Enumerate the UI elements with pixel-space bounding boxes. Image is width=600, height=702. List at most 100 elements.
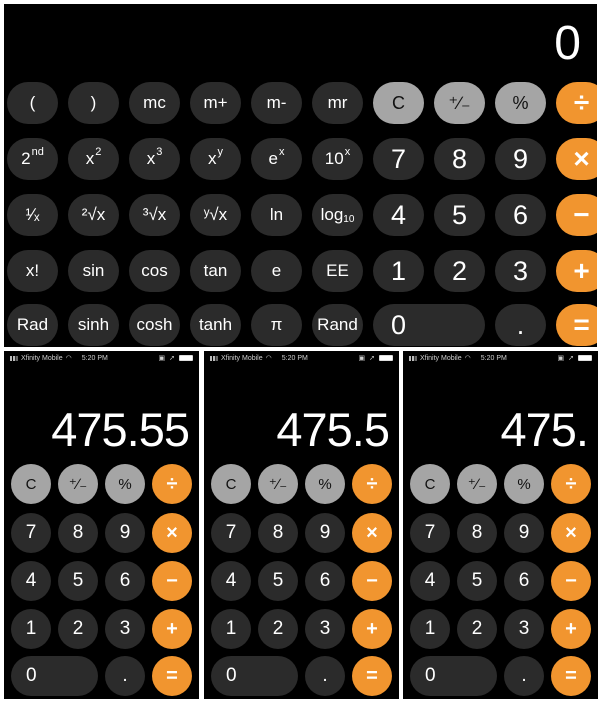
mc-button[interactable]: mc	[129, 82, 180, 124]
close-paren-button[interactable]: )	[68, 82, 119, 124]
digit-3-button[interactable]: 3	[305, 609, 345, 649]
rad-button[interactable]: Rad	[7, 304, 58, 346]
subtract-button[interactable]: −	[152, 561, 192, 601]
sinh-button[interactable]: sinh	[68, 304, 119, 346]
e-pow-x-button[interactable]: ex	[251, 138, 302, 180]
digit-6-button[interactable]: 6	[504, 561, 544, 601]
open-paren-button[interactable]: (	[7, 82, 58, 124]
plus-minus-button[interactable]: ⁺∕₋	[457, 464, 497, 504]
add-button[interactable]: +	[352, 609, 392, 649]
pi-button[interactable]: π	[251, 304, 302, 346]
x-pow-y-button[interactable]: xy	[190, 138, 241, 180]
divide-button[interactable]: ÷	[152, 464, 192, 504]
digit-2-button[interactable]: 2	[58, 609, 98, 649]
digit-5-button[interactable]: 5	[258, 561, 298, 601]
decimal-button[interactable]: .	[495, 304, 546, 346]
add-button[interactable]: +	[551, 609, 591, 649]
digit-9-button[interactable]: 9	[504, 513, 544, 553]
digit-0-button[interactable]: 0	[373, 304, 485, 346]
digit-3-button[interactable]: 3	[105, 609, 145, 649]
digit-4-button[interactable]: 4	[11, 561, 51, 601]
ln-button[interactable]: ln	[251, 194, 302, 236]
second-button[interactable]: 2nd	[7, 138, 58, 180]
equals-button[interactable]: =	[556, 304, 597, 346]
subtract-button[interactable]: −	[551, 561, 591, 601]
digit-2-button[interactable]: 2	[434, 250, 485, 292]
digit-5-button[interactable]: 5	[434, 194, 485, 236]
digit-7-button[interactable]: 7	[373, 138, 424, 180]
cos-button[interactable]: cos	[129, 250, 180, 292]
digit-1-button[interactable]: 1	[211, 609, 251, 649]
m-plus-button[interactable]: m+	[190, 82, 241, 124]
divide-button[interactable]: ÷	[556, 82, 597, 124]
clear-button[interactable]: C	[410, 464, 450, 504]
percent-button[interactable]: %	[105, 464, 145, 504]
digit-8-button[interactable]: 8	[258, 513, 298, 553]
digit-5-button[interactable]: 5	[457, 561, 497, 601]
equals-button[interactable]: =	[152, 656, 192, 696]
factorial-button[interactable]: x!	[7, 250, 58, 292]
digit-6-button[interactable]: 6	[495, 194, 546, 236]
digit-8-button[interactable]: 8	[457, 513, 497, 553]
percent-button[interactable]: %	[504, 464, 544, 504]
digit-1-button[interactable]: 1	[11, 609, 51, 649]
digit-8-button[interactable]: 8	[58, 513, 98, 553]
square-root-button[interactable]: ²√x	[68, 194, 119, 236]
multiply-button[interactable]: ×	[152, 513, 192, 553]
plus-minus-button[interactable]: ⁺∕₋	[58, 464, 98, 504]
multiply-button[interactable]: ×	[551, 513, 591, 553]
ten-pow-x-button[interactable]: 10 x	[312, 138, 363, 180]
divide-button[interactable]: ÷	[551, 464, 591, 504]
equals-button[interactable]: =	[551, 656, 591, 696]
cosh-button[interactable]: cosh	[129, 304, 180, 346]
digit-6-button[interactable]: 6	[105, 561, 145, 601]
rand-button[interactable]: Rand	[312, 304, 363, 346]
digit-1-button[interactable]: 1	[373, 250, 424, 292]
digit-0-button[interactable]: 0	[11, 656, 98, 696]
tan-button[interactable]: tan	[190, 250, 241, 292]
digit-5-button[interactable]: 5	[58, 561, 98, 601]
x-squared-button[interactable]: x2	[68, 138, 119, 180]
log10-button[interactable]: log 10	[312, 194, 363, 236]
digit-4-button[interactable]: 4	[373, 194, 424, 236]
e-button[interactable]: e	[251, 250, 302, 292]
percent-button[interactable]: %	[495, 82, 546, 124]
plus-minus-button[interactable]: ⁺∕₋	[258, 464, 298, 504]
digit-4-button[interactable]: 4	[410, 561, 450, 601]
decimal-button[interactable]: .	[305, 656, 345, 696]
m-minus-button[interactable]: m-	[251, 82, 302, 124]
digit-3-button[interactable]: 3	[504, 609, 544, 649]
cube-root-button[interactable]: ³√x	[129, 194, 180, 236]
tanh-button[interactable]: tanh	[190, 304, 241, 346]
digit-9-button[interactable]: 9	[305, 513, 345, 553]
add-button[interactable]: +	[152, 609, 192, 649]
digit-9-button[interactable]: 9	[495, 138, 546, 180]
reciprocal-button[interactable]: ¹∕ₓ	[7, 194, 58, 236]
clear-button[interactable]: C	[373, 82, 424, 124]
clear-button[interactable]: C	[211, 464, 251, 504]
digit-0-button[interactable]: 0	[211, 656, 298, 696]
divide-button[interactable]: ÷	[352, 464, 392, 504]
equals-button[interactable]: =	[352, 656, 392, 696]
digit-4-button[interactable]: 4	[211, 561, 251, 601]
digit-8-button[interactable]: 8	[434, 138, 485, 180]
sin-button[interactable]: sin	[68, 250, 119, 292]
decimal-button[interactable]: .	[105, 656, 145, 696]
digit-0-button[interactable]: 0	[410, 656, 497, 696]
ee-button[interactable]: EE	[312, 250, 363, 292]
percent-button[interactable]: %	[305, 464, 345, 504]
subtract-button[interactable]: −	[556, 194, 597, 236]
subtract-button[interactable]: −	[352, 561, 392, 601]
mr-button[interactable]: mr	[312, 82, 363, 124]
plus-minus-button[interactable]: ⁺∕₋	[434, 82, 485, 124]
digit-7-button[interactable]: 7	[11, 513, 51, 553]
digit-7-button[interactable]: 7	[211, 513, 251, 553]
decimal-button[interactable]: .	[504, 656, 544, 696]
multiply-button[interactable]: ×	[352, 513, 392, 553]
clear-button[interactable]: C	[11, 464, 51, 504]
add-button[interactable]: +	[556, 250, 597, 292]
digit-2-button[interactable]: 2	[457, 609, 497, 649]
digit-3-button[interactable]: 3	[495, 250, 546, 292]
digit-6-button[interactable]: 6	[305, 561, 345, 601]
digit-2-button[interactable]: 2	[258, 609, 298, 649]
